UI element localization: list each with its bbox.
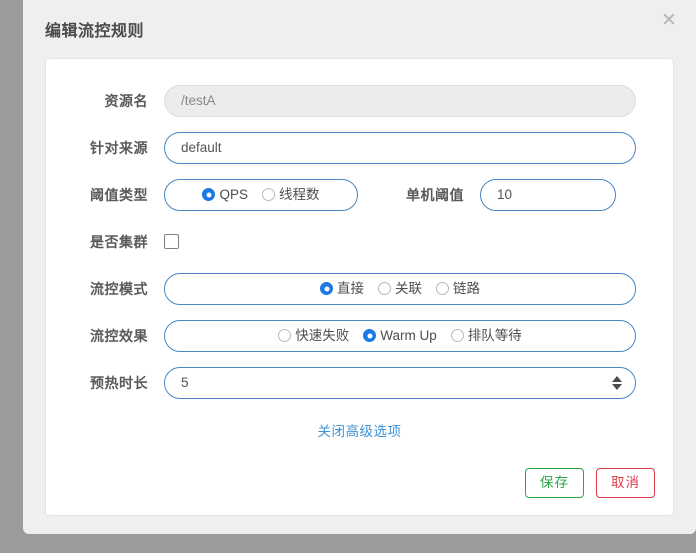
form-row-flow-mode: 流控模式 直接 关联 链路 <box>46 265 673 312</box>
form-row-flow-effect: 流控效果 快速失败 Warm Up 排队等待 <box>46 312 673 359</box>
edit-flow-rule-dialog: 编辑流控规则 ✕ 资源名 针对来源 阈值类型 <box>23 0 696 534</box>
dialog-body-card: 资源名 针对来源 阈值类型 QPS <box>45 58 674 516</box>
form-row-warmup: 预热时长 <box>46 359 673 406</box>
flow-mode-label: 流控模式 <box>90 280 148 297</box>
flow-effect-option-fast-fail[interactable]: 快速失败 <box>278 329 349 343</box>
warmup-label: 预热时长 <box>90 374 148 391</box>
radio-dot-icon <box>378 282 391 295</box>
resource-input <box>164 84 636 117</box>
flow-effect-option-warm-up[interactable]: Warm Up <box>363 329 437 343</box>
flow-mode-option-direct-label: 直接 <box>337 280 364 296</box>
form-row-cluster: 是否集群 <box>46 218 673 265</box>
warmup-input-wrapper <box>164 366 636 399</box>
flow-effect-radio-group: 快速失败 Warm Up 排队等待 <box>164 319 636 352</box>
flow-rule-form: 资源名 针对来源 阈值类型 QPS <box>46 59 673 440</box>
close-icon[interactable]: ✕ <box>656 7 682 33</box>
flow-effect-option-queue-label: 排队等待 <box>467 327 522 343</box>
advanced-toggle-row: 关闭高级选项 <box>46 420 673 440</box>
flow-effect-option-fast-fail-label: 快速失败 <box>295 327 350 343</box>
form-row-threshold: 阈值类型 QPS 线程数 单机阈值 <box>46 171 673 218</box>
radio-dot-icon <box>278 329 292 342</box>
threshold-type-label: 阈值类型 <box>90 186 148 203</box>
radio-dot-icon <box>436 282 449 295</box>
single-threshold-input[interactable] <box>480 178 616 211</box>
flow-mode-option-relate[interactable]: 关联 <box>378 282 422 296</box>
threshold-type-radio-group: QPS 线程数 <box>164 178 358 211</box>
flow-mode-option-relate-label: 关联 <box>395 280 422 296</box>
advanced-options-toggle[interactable]: 关闭高级选项 <box>318 420 402 440</box>
dialog-header: 编辑流控规则 ✕ <box>23 0 696 58</box>
dialog-footer: 保存 取消 <box>46 451 673 515</box>
cancel-button[interactable]: 取消 <box>596 468 655 498</box>
origin-label: 针对来源 <box>90 139 148 156</box>
radio-dot-icon <box>363 329 377 342</box>
flow-mode-option-chain[interactable]: 链路 <box>436 282 480 296</box>
single-threshold-label: 单机阈值 <box>406 186 464 203</box>
flow-mode-option-direct[interactable]: 直接 <box>320 282 364 296</box>
threshold-type-option-qps-label: QPS <box>219 186 248 202</box>
form-row-resource: 资源名 <box>46 77 673 124</box>
dialog-title: 编辑流控规则 <box>45 23 145 40</box>
radio-dot-icon <box>262 188 275 201</box>
flow-mode-option-chain-label: 链路 <box>453 280 480 296</box>
origin-input[interactable] <box>164 131 636 164</box>
chevron-down-icon[interactable] <box>612 383 622 390</box>
radio-dot-icon <box>320 282 333 295</box>
radio-dot-icon <box>450 329 464 342</box>
flow-effect-option-warm-up-label: Warm Up <box>380 327 437 343</box>
threshold-type-option-qps[interactable]: QPS <box>202 188 248 202</box>
save-button[interactable]: 保存 <box>525 468 584 498</box>
flow-effect-label: 流控效果 <box>90 327 148 344</box>
cluster-checkbox[interactable] <box>164 234 179 249</box>
form-row-origin: 针对来源 <box>46 124 673 171</box>
cluster-label: 是否集群 <box>90 233 148 250</box>
chevron-up-icon[interactable] <box>612 375 622 382</box>
flow-effect-option-queue[interactable]: 排队等待 <box>450 327 522 343</box>
resource-label: 资源名 <box>104 92 148 109</box>
radio-dot-icon <box>202 188 216 201</box>
warmup-input[interactable] <box>164 366 636 399</box>
threshold-type-option-thread[interactable]: 线程数 <box>262 188 320 202</box>
flow-mode-radio-group: 直接 关联 链路 <box>164 272 636 305</box>
threshold-type-option-thread-label: 线程数 <box>279 186 320 202</box>
warmup-stepper[interactable] <box>612 375 622 390</box>
